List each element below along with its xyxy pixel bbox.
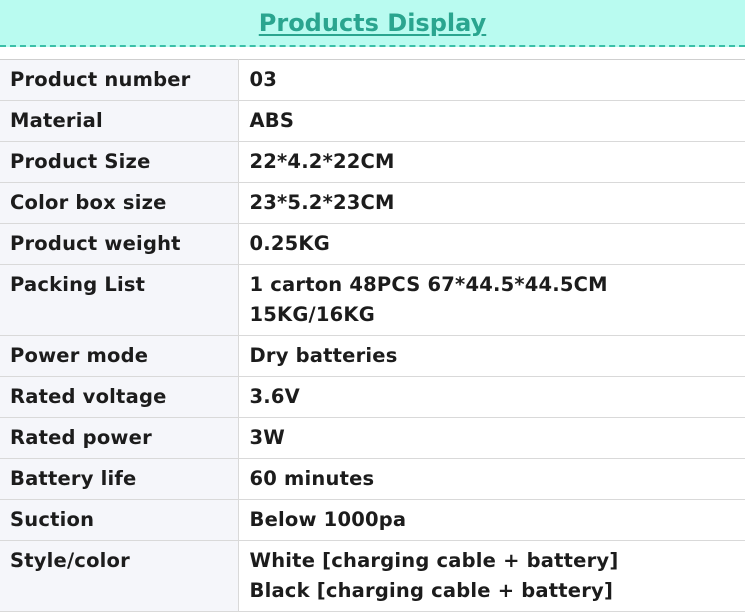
spec-value: 3W (237, 417, 745, 459)
page-title: Products Display (258, 9, 487, 37)
spec-value: Dry batteries (237, 335, 745, 377)
spec-value: 1 carton 48PCS 67*44.5*44.5CM 15KG/16KG (237, 264, 745, 336)
spec-row-rated-power: Rated power 3W (0, 417, 745, 459)
spec-row-suction: Suction Below 1000pa (0, 499, 745, 541)
spec-value-line: Dry batteries (249, 344, 398, 367)
spec-value: 3.6V (237, 376, 745, 418)
spec-label: Rated voltage (0, 376, 239, 418)
spec-value-line: Below 1000pa (249, 508, 407, 531)
spec-row-style-color: Style/color White [charging cable + batt… (0, 540, 745, 612)
spec-value-line: 1 carton 48PCS 67*44.5*44.5CM (249, 273, 608, 296)
spec-row-packing-list: Packing List 1 carton 48PCS 67*44.5*44.5… (0, 264, 745, 336)
spec-label: Suction (0, 499, 239, 541)
spec-row-product-number: Product number 03 (0, 59, 745, 101)
spec-label: Product Size (0, 141, 239, 183)
spec-value: 60 minutes (237, 458, 745, 500)
spec-value: ABS (237, 100, 745, 142)
spec-row-product-size: Product Size 22*4.2*22CM (0, 141, 745, 183)
spec-value: 03 (237, 59, 745, 101)
spec-label: Battery life (0, 458, 239, 500)
spec-label: Product weight (0, 223, 239, 265)
spec-value-line: White [charging cable + battery] (249, 549, 619, 572)
spec-value-line: Black [charging cable + battery] (249, 579, 614, 602)
spec-value-line: 3.6V (249, 385, 300, 408)
spec-value-line: 23*5.2*23CM (249, 191, 395, 214)
spec-row-material: Material ABS (0, 100, 745, 142)
spec-value-line: 03 (249, 68, 278, 91)
spec-row-color-box-size: Color box size 23*5.2*23CM (0, 182, 745, 224)
spec-row-rated-voltage: Rated voltage 3.6V (0, 376, 745, 418)
product-spec-table: Product number 03 Material ABS Product S… (0, 59, 745, 612)
spec-value-line: ABS (249, 109, 295, 132)
spec-value-line: 0.25KG (249, 232, 330, 255)
spec-row-battery-life: Battery life 60 minutes (0, 458, 745, 500)
spec-value: 22*4.2*22CM (237, 141, 745, 183)
spec-label: Color box size (0, 182, 239, 224)
spec-value-line: 60 minutes (249, 467, 375, 490)
spacer (0, 47, 745, 59)
spec-label: Power mode (0, 335, 239, 377)
spec-value-line: 3W (249, 426, 285, 449)
spec-label: Packing List (0, 264, 239, 336)
spec-row-product-weight: Product weight 0.25KG (0, 223, 745, 265)
spec-label: Style/color (0, 540, 239, 612)
spec-value: Below 1000pa (237, 499, 745, 541)
spec-value: White [charging cable + battery] Black [… (237, 540, 745, 612)
spec-label: Material (0, 100, 239, 142)
spec-value: 0.25KG (237, 223, 745, 265)
page-header: Products Display (0, 0, 745, 47)
spec-row-power-mode: Power mode Dry batteries (0, 335, 745, 377)
spec-value-line: 15KG/16KG (249, 303, 375, 326)
spec-value: 23*5.2*23CM (237, 182, 745, 224)
spec-label: Product number (0, 59, 239, 101)
spec-label: Rated power (0, 417, 239, 459)
spec-value-line: 22*4.2*22CM (249, 150, 395, 173)
